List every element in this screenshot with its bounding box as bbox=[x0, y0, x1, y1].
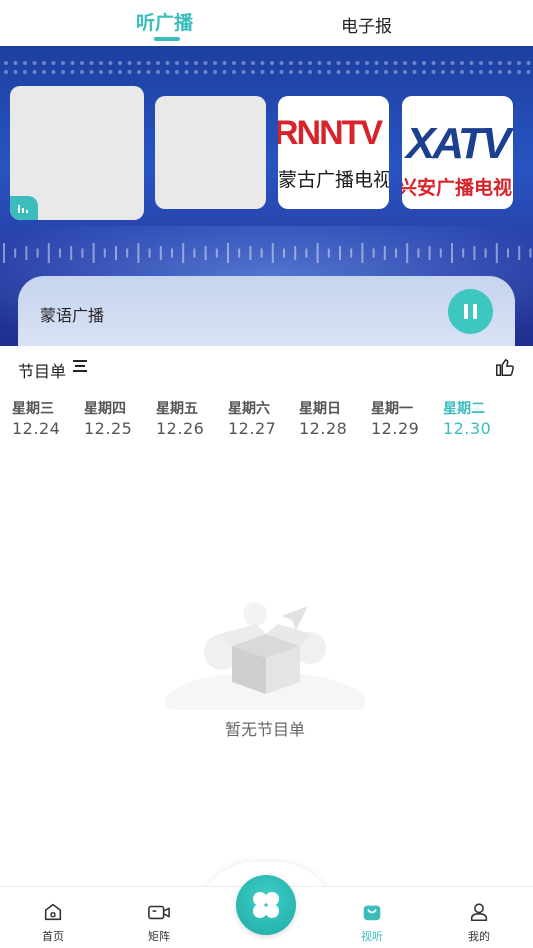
date-value: 12.29 bbox=[371, 419, 420, 438]
nav-mine[interactable]: 我的 bbox=[449, 901, 509, 944]
date-item[interactable]: 星期日 12.28 bbox=[299, 398, 361, 438]
program-list-title: 节目单 bbox=[18, 362, 67, 381]
date-weekday: 星期三 bbox=[12, 401, 54, 417]
center-feature-button[interactable] bbox=[236, 875, 296, 935]
equalizer-icon bbox=[18, 205, 28, 213]
nav-audio-visual-label: 视听 bbox=[361, 930, 383, 943]
rnntv-logo: RNNTV 蒙古广播电视 bbox=[278, 114, 389, 191]
rnntv-logo-caption: 蒙古广播电视 bbox=[278, 169, 389, 191]
xatv-logo-text: XATV bbox=[403, 119, 513, 168]
date-selector: 星期三 12.24 星期四 12.25 星期五 12.26 星期六 12.27 … bbox=[0, 398, 533, 444]
banner-dot-pattern bbox=[4, 61, 531, 74]
date-value: 12.30 bbox=[443, 419, 492, 438]
list-icon[interactable] bbox=[72, 359, 88, 373]
date-value: 12.25 bbox=[84, 419, 133, 438]
xatv-logo: XATV 兴安广播电视 bbox=[402, 119, 513, 199]
date-item[interactable]: 星期四 12.25 bbox=[84, 398, 146, 438]
tab-e-newspaper[interactable]: 电子报 bbox=[341, 12, 392, 37]
banner-sound-ruler bbox=[3, 243, 532, 263]
pause-button[interactable] bbox=[448, 289, 493, 334]
nav-home-label: 首页 bbox=[42, 930, 64, 943]
now-playing-panel: 蒙语广播 bbox=[18, 276, 515, 346]
date-weekday: 星期一 bbox=[371, 401, 413, 417]
nav-matrix[interactable]: 矩阵 bbox=[129, 901, 189, 944]
date-weekday: 星期六 bbox=[228, 401, 270, 417]
date-weekday: 星期日 bbox=[299, 401, 341, 417]
date-value: 12.26 bbox=[156, 419, 205, 438]
station-banner: RNNTV 蒙古广播电视 XATV 兴安广播电视 蒙语广播 bbox=[0, 46, 533, 346]
nav-audio-visual[interactable]: 视听 bbox=[342, 901, 402, 944]
date-value: 12.27 bbox=[228, 419, 277, 438]
rnntv-logo-text: RNNTV bbox=[278, 114, 383, 152]
xatv-logo-caption: 兴安广播电视 bbox=[402, 176, 512, 199]
video-camera-icon bbox=[148, 905, 170, 920]
clover-icon bbox=[253, 892, 279, 918]
program-list-header: 节目单 bbox=[0, 346, 533, 386]
thumbs-up-icon[interactable] bbox=[494, 356, 516, 378]
date-item[interactable]: 星期五 12.26 bbox=[156, 398, 218, 438]
active-tab-indicator bbox=[154, 37, 180, 41]
date-value: 12.24 bbox=[12, 419, 61, 438]
station-card-1[interactable] bbox=[10, 86, 144, 220]
date-value: 12.28 bbox=[299, 419, 348, 438]
empty-state: 暂无节目单 bbox=[160, 590, 370, 750]
date-item[interactable]: 星期六 12.27 bbox=[228, 398, 290, 438]
nav-home[interactable]: 首页 bbox=[23, 901, 83, 944]
now-playing-title: 蒙语广播 bbox=[40, 306, 105, 325]
station-card-xingan-tv[interactable]: XATV 兴安广播电视 bbox=[402, 96, 513, 209]
empty-box-illustration bbox=[165, 602, 365, 732]
station-card-2[interactable] bbox=[155, 96, 266, 209]
date-weekday: 星期五 bbox=[156, 401, 198, 417]
empty-state-text: 暂无节目单 bbox=[224, 720, 305, 739]
station-card-mongolian-tv[interactable]: RNNTV 蒙古广播电视 bbox=[278, 96, 389, 209]
user-icon bbox=[470, 903, 488, 922]
date-item[interactable]: 星期一 12.29 bbox=[371, 398, 433, 438]
playing-indicator bbox=[10, 196, 38, 220]
home-icon bbox=[44, 903, 62, 921]
date-weekday: 星期二 bbox=[443, 401, 485, 417]
date-item-selected[interactable]: 星期二 12.30 bbox=[443, 398, 505, 438]
audio-bag-icon bbox=[363, 905, 381, 921]
tab-listen-radio[interactable]: 听广播 bbox=[136, 8, 193, 35]
top-tab-bar: 听广播 电子报 bbox=[0, 0, 533, 46]
date-weekday: 星期四 bbox=[84, 401, 126, 417]
date-item[interactable]: 星期三 12.24 bbox=[12, 398, 74, 438]
nav-matrix-label: 矩阵 bbox=[148, 930, 170, 943]
nav-mine-label: 我的 bbox=[468, 930, 490, 943]
